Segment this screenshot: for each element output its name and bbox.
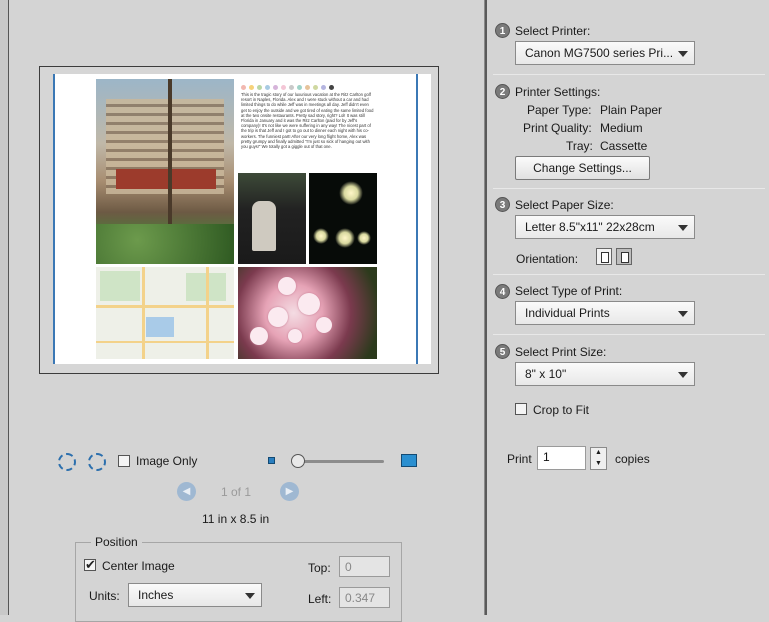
copies-label: copies — [615, 452, 650, 466]
page-indicator: 1 of 1 — [221, 485, 252, 499]
color-dot — [241, 85, 246, 90]
step-3-icon: 3 — [495, 197, 510, 212]
panel-divider[interactable] — [484, 0, 487, 615]
paper-dimensions: 11 in x 8.5 in — [202, 512, 270, 526]
tray-value: Cassette — [600, 139, 648, 153]
units-select[interactable]: Inches — [128, 583, 262, 607]
print-quality-label: Print Quality: — [523, 121, 592, 135]
print-size-value: 8" x 10" — [525, 367, 567, 381]
tray-label: Tray: — [566, 139, 593, 153]
separator — [493, 274, 765, 275]
select-print-size-label: Select Print Size: — [515, 345, 607, 359]
stepper-up-icon[interactable]: ▲ — [591, 448, 606, 458]
color-dot — [289, 85, 294, 90]
left-panel-edge — [0, 0, 9, 615]
chevron-down-icon — [678, 225, 688, 231]
paper-type-label: Paper Type: — [527, 103, 592, 117]
crop-to-fit-label: Crop to Fit — [533, 403, 590, 417]
print-type-value: Individual Prints — [525, 306, 610, 320]
color-dot — [321, 85, 326, 90]
units-label: Units: — [89, 589, 120, 603]
print-type-select[interactable]: Individual Prints — [515, 301, 695, 325]
paper-margin-left — [53, 74, 55, 364]
paper-type-value: Plain Paper — [600, 103, 663, 117]
stepper-down-icon[interactable]: ▼ — [591, 459, 606, 469]
zoom-slider-knob[interactable] — [291, 454, 305, 468]
color-dot — [305, 85, 310, 90]
top-label: Top: — [308, 561, 331, 575]
night-patio-photo — [238, 173, 306, 264]
separator — [493, 74, 765, 75]
orientation-label: Orientation: — [516, 252, 579, 266]
printer-value: Canon MG7500 series Pri... — [525, 46, 674, 60]
left-label: Left: — [308, 592, 332, 606]
step-1-icon: 1 — [495, 23, 510, 38]
color-dots — [241, 85, 334, 90]
position-title: Position — [91, 535, 142, 549]
color-dot — [265, 85, 270, 90]
color-dot — [257, 85, 262, 90]
landscape-orientation-icon[interactable] — [616, 248, 632, 265]
zoom-in-icon[interactable] — [401, 454, 417, 467]
paper-size-value: Letter 8.5"x11" 22x28cm — [525, 220, 655, 234]
center-image-checkbox[interactable] — [84, 557, 96, 573]
journal-text-block: This is the tragic story of our luxuriou… — [238, 79, 377, 169]
printer-select[interactable]: Canon MG7500 series Pri... — [515, 41, 695, 65]
step-5-icon: 5 — [495, 344, 510, 359]
prev-page-icon[interactable]: ◀ — [177, 482, 196, 501]
print-size-select[interactable]: 8" x 10" — [515, 362, 695, 386]
journal-text: This is the tragic story of our luxuriou… — [241, 92, 374, 150]
chevron-down-icon — [678, 372, 688, 378]
print-quality-value: Medium — [600, 121, 643, 135]
color-dot — [273, 85, 278, 90]
rotate-right-icon[interactable] — [88, 453, 106, 471]
print-copies-label: Print — [507, 452, 532, 466]
chevron-down-icon — [245, 593, 255, 599]
chevron-down-icon — [678, 311, 688, 317]
printer-settings-label: Printer Settings: — [515, 85, 601, 99]
crop-to-fit-checkbox[interactable] — [515, 403, 527, 415]
rotate-left-icon[interactable] — [58, 453, 76, 471]
select-type-of-print-label: Select Type of Print: — [515, 284, 623, 298]
night-lights-photo — [309, 173, 377, 264]
copies-input[interactable]: 1 — [537, 446, 586, 470]
left-field[interactable]: 0.347 — [339, 587, 390, 608]
color-dot — [249, 85, 254, 90]
step-2-icon: 2 — [495, 84, 510, 99]
image-only-checkbox[interactable] — [118, 455, 130, 467]
paper-size-select[interactable]: Letter 8.5"x11" 22x28cm — [515, 215, 695, 239]
chevron-down-icon — [678, 51, 688, 57]
next-page-icon[interactable]: ▶ — [280, 482, 299, 501]
resort-photo — [96, 79, 234, 264]
center-image-label: Center Image — [102, 559, 175, 573]
color-dot — [313, 85, 318, 90]
color-dot — [281, 85, 286, 90]
select-paper-size-label: Select Paper Size: — [515, 198, 614, 212]
copies-stepper[interactable]: ▲ ▼ — [590, 447, 607, 470]
image-only-label: Image Only — [136, 454, 198, 468]
zoom-out-icon[interactable] — [268, 457, 275, 464]
zoom-slider-track[interactable] — [296, 460, 384, 463]
separator — [493, 188, 765, 189]
change-settings-button[interactable]: Change Settings... — [515, 156, 650, 180]
step-4-icon: 4 — [495, 284, 510, 299]
top-field[interactable]: 0 — [339, 556, 390, 577]
paper-margin-right — [416, 74, 418, 364]
separator — [493, 334, 765, 335]
color-dot — [329, 85, 334, 90]
map-photo — [96, 267, 234, 359]
select-printer-label: Select Printer: — [515, 24, 591, 38]
position-group — [75, 542, 402, 622]
flowers-photo — [238, 267, 377, 359]
color-dot — [297, 85, 302, 90]
units-value: Inches — [138, 588, 174, 602]
portrait-orientation-icon[interactable] — [596, 248, 612, 265]
